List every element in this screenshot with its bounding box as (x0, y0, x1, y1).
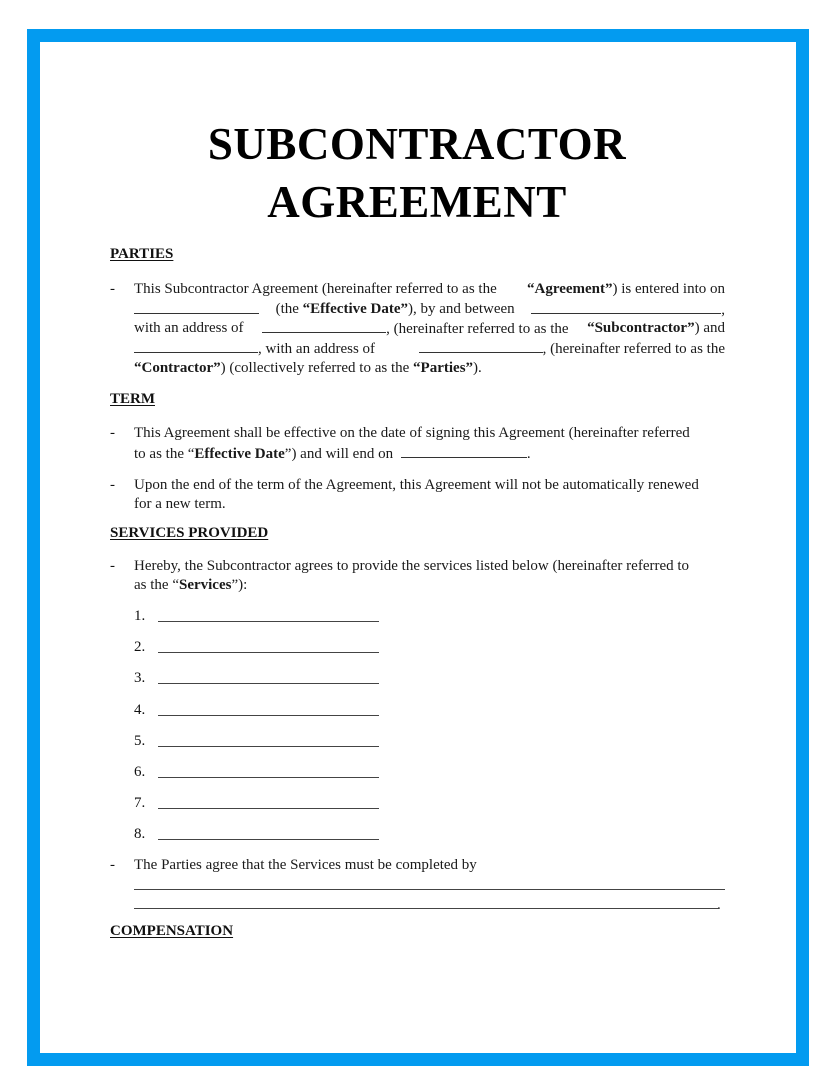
contractor-name-blank[interactable] (134, 338, 258, 353)
section-heading-term: TERM (110, 391, 155, 407)
document-title-line-1: SUBCONTRACTOR (207, 119, 627, 169)
parties-line-3: with an address of , (hereinafter referr… (134, 318, 725, 337)
bullet-dash: - (110, 558, 115, 574)
services-line-1: Hereby, the Subcontractor agrees to prov… (134, 558, 690, 574)
parties-line-2: (the “Effective Date”), by and between , (134, 299, 725, 320)
parties-line-5: “Contractor”) (collectively referred to … (134, 360, 482, 376)
bullet-dash: - (110, 425, 115, 441)
service-item-blank[interactable] (158, 839, 379, 840)
subcontractor-name-blank[interactable] (531, 299, 722, 314)
service-item-number: 8. (134, 826, 146, 842)
service-item-number: 3. (134, 670, 146, 686)
term-line-3: Upon the end of the term of the Agreemen… (134, 477, 699, 493)
term-line-1: This Agreement shall be effective on the… (134, 425, 690, 441)
service-item-number: 6. (134, 764, 146, 780)
contractor-address-blank[interactable] (418, 338, 543, 353)
service-item-number: 7. (134, 795, 146, 811)
document-title-line-2: AGREEMENT (267, 177, 567, 227)
services-line-2: as the “Services”): (134, 577, 248, 593)
bullet-dash: - (110, 857, 115, 873)
effective-date-blank[interactable] (134, 299, 259, 314)
service-item-blank[interactable] (158, 652, 379, 653)
subcontractor-address-blank[interactable] (262, 318, 387, 333)
term-line-4: for a new term. (134, 496, 226, 512)
service-item-blank[interactable] (158, 715, 379, 716)
parties-line-1: This Subcontractor Agreement (hereinafte… (134, 281, 725, 297)
service-item-blank[interactable] (158, 746, 379, 747)
parties-line-4: , with an address of , (hereinafter refe… (134, 338, 725, 359)
section-heading-services: SERVICES PROVIDED (110, 525, 269, 541)
service-item-blank[interactable] (158, 808, 379, 809)
completion-blank-1[interactable] (134, 889, 725, 890)
service-item-blank[interactable] (158, 683, 379, 684)
completion-blank-2[interactable] (134, 908, 718, 909)
completion-period: . (717, 897, 721, 913)
section-heading-parties: PARTIES (110, 246, 174, 262)
service-item-number: 2. (134, 639, 146, 655)
service-item-blank[interactable] (158, 777, 379, 778)
bullet-dash: - (110, 281, 115, 297)
term-line-2: to as the “Effective Date”) and will end… (134, 443, 725, 464)
service-item-number: 4. (134, 702, 146, 718)
end-date-blank[interactable] (400, 443, 527, 458)
service-item-blank[interactable] (158, 621, 379, 622)
bullet-dash: - (110, 477, 115, 493)
section-heading-compensation: COMPENSATION (110, 923, 234, 939)
service-item-number: 1. (134, 608, 146, 624)
services-completion-text: The Parties agree that the Services must… (134, 857, 477, 873)
service-item-number: 5. (134, 733, 146, 749)
